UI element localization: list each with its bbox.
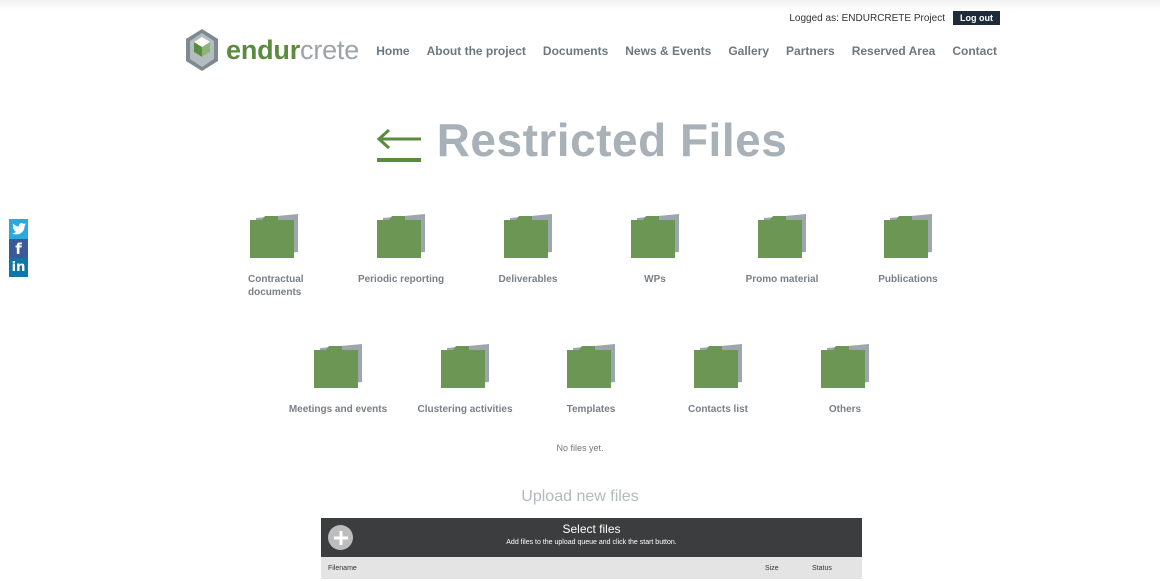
no-files-message: No files yet. bbox=[556, 443, 604, 453]
nav-news-events[interactable]: News & Events bbox=[625, 44, 711, 58]
title-row: Restricted Files bbox=[0, 113, 1160, 167]
folder-icon bbox=[377, 214, 425, 258]
nav-reserved-area[interactable]: Reserved Area bbox=[852, 44, 936, 58]
main-nav: Home About the project Documents News & … bbox=[376, 44, 997, 58]
nav-contact[interactable]: Contact bbox=[952, 44, 997, 58]
linkedin-icon[interactable]: in bbox=[9, 258, 28, 277]
nav-partners[interactable]: Partners bbox=[786, 44, 835, 58]
folder-label: Promo material bbox=[745, 274, 819, 285]
logout-button[interactable]: Log out bbox=[953, 11, 1000, 25]
nav-home[interactable]: Home bbox=[376, 44, 409, 58]
folder-contacts-list[interactable]: Contacts list bbox=[668, 342, 768, 416]
login-bar: Logged as: ENDURCRETE Project Log out bbox=[789, 11, 1000, 25]
folder-deliverables[interactable]: Deliverables bbox=[478, 212, 578, 286]
folder-wps[interactable]: WPs bbox=[605, 212, 705, 286]
logo-mark-icon bbox=[186, 29, 218, 71]
back-arrow-icon[interactable] bbox=[373, 114, 425, 166]
nav-gallery[interactable]: Gallery bbox=[728, 44, 769, 58]
folder-icon bbox=[631, 214, 679, 258]
folder-icon bbox=[694, 344, 742, 388]
twitter-icon[interactable] bbox=[9, 219, 28, 239]
folder-label: Periodic reporting bbox=[357, 274, 445, 285]
uploader-columns: Filename Size Status bbox=[321, 557, 862, 579]
folder-icon bbox=[250, 214, 298, 258]
social-bar: f in bbox=[9, 219, 28, 277]
folder-icon bbox=[884, 214, 932, 258]
folder-meetings-and-events[interactable]: Meetings and events bbox=[288, 342, 388, 416]
folder-periodic-reporting[interactable]: Periodic reporting bbox=[351, 212, 451, 286]
folder-icon bbox=[314, 344, 362, 388]
select-files-subtitle: Add files to the upload queue and click … bbox=[506, 539, 677, 546]
select-files-title: Select files bbox=[562, 522, 621, 536]
uploader-header: Select files Add files to the upload que… bbox=[321, 518, 862, 557]
folder-promo-material[interactable]: Promo material bbox=[732, 212, 832, 286]
column-filename: Filename bbox=[328, 564, 357, 572]
folder-templates[interactable]: Templates bbox=[541, 342, 641, 416]
endurcrete-logo[interactable]: endurcrete bbox=[184, 27, 359, 73]
folder-icon bbox=[504, 214, 552, 258]
top-shadow bbox=[0, 0, 1160, 10]
file-uploader: Select files Add files to the upload que… bbox=[321, 518, 862, 581]
folder-contractual-documents[interactable]: Contractual documents bbox=[224, 212, 324, 299]
folder-icon bbox=[441, 344, 489, 388]
folder-label: Deliverables bbox=[498, 274, 558, 285]
folder-label: Contractual documents bbox=[248, 274, 304, 298]
facebook-icon[interactable]: f bbox=[9, 239, 28, 258]
folder-label: Templates bbox=[566, 404, 616, 415]
column-size: Size bbox=[765, 564, 779, 572]
nav-about-the-project[interactable]: About the project bbox=[427, 44, 526, 58]
page-title: Restricted Files bbox=[436, 114, 788, 166]
folder-label: Others bbox=[828, 404, 862, 415]
folder-label: WPs bbox=[644, 274, 666, 285]
folder-label: Clustering activities bbox=[417, 404, 513, 415]
folder-others[interactable]: Others bbox=[795, 342, 895, 416]
column-status: Status bbox=[812, 564, 832, 572]
folder-label: Publications bbox=[878, 274, 938, 285]
folder-label: Contacts list bbox=[687, 404, 748, 415]
folder-label: Meetings and events bbox=[288, 404, 388, 415]
folder-icon bbox=[567, 344, 615, 388]
folder-clustering-activities[interactable]: Clustering activities bbox=[415, 342, 515, 416]
folder-icon bbox=[758, 214, 806, 258]
upload-heading: Upload new files bbox=[521, 488, 639, 505]
nav-documents[interactable]: Documents bbox=[543, 44, 608, 58]
logo-wordmark: endurcrete bbox=[226, 34, 360, 65]
folder-icon bbox=[821, 344, 869, 388]
logged-as-text: Logged as: ENDURCRETE Project bbox=[789, 12, 945, 24]
folder-publications[interactable]: Publications bbox=[858, 212, 958, 286]
